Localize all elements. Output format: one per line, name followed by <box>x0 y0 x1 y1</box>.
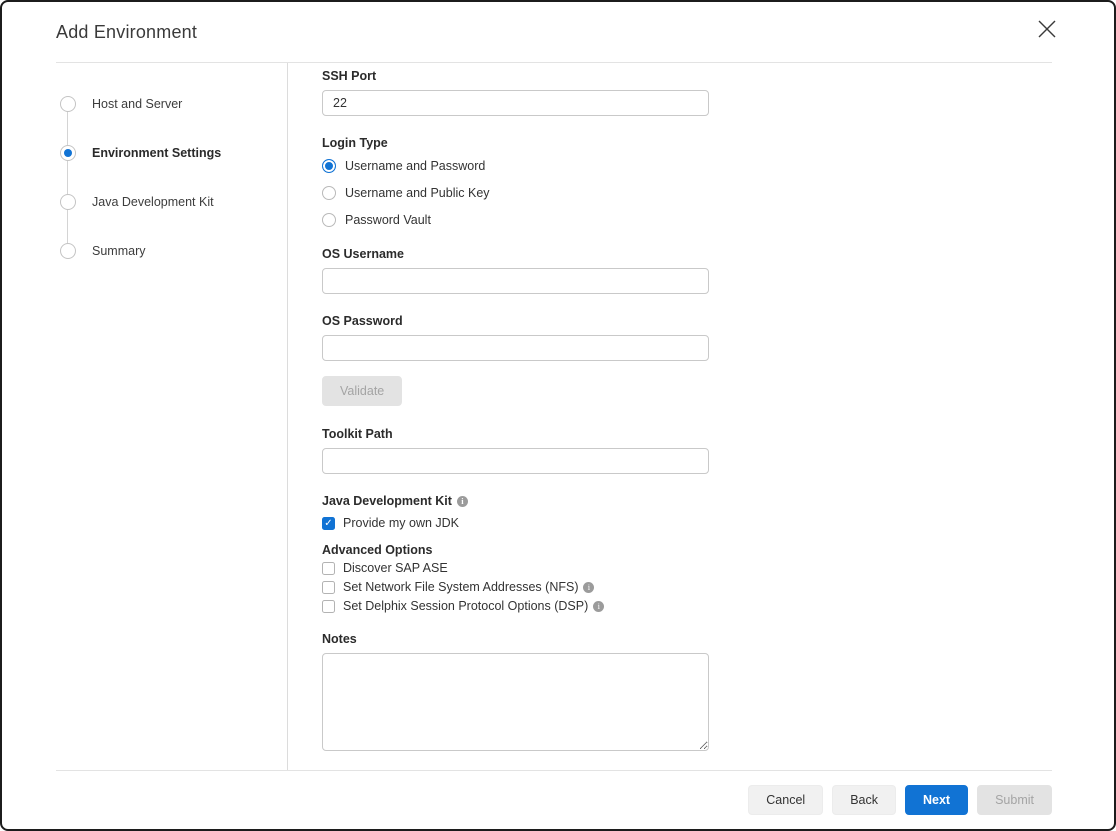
login-type-group: Login Type Username and Password Usernam… <box>322 136 1114 229</box>
close-button[interactable] <box>1032 15 1062 45</box>
info-icon[interactable]: i <box>593 601 604 612</box>
checkbox-label: Discover SAP ASE <box>343 561 448 575</box>
notes-group: Notes <box>322 632 1114 756</box>
notes-textarea[interactable] <box>322 653 709 751</box>
os-username-group: OS Username <box>322 247 1114 294</box>
page-title: Add Environment <box>56 22 197 43</box>
step-label: Host and Server <box>92 97 182 111</box>
step-connector-line <box>67 106 68 253</box>
os-password-input[interactable] <box>322 335 709 361</box>
step-circle-icon <box>60 194 76 210</box>
checkbox-set-dsp-options[interactable]: Set Delphix Session Protocol Options (DS… <box>322 598 1114 614</box>
step-circle-icon <box>60 243 76 259</box>
advanced-options-group: Advanced Options Discover SAP ASE Set Ne… <box>322 543 1114 614</box>
checkbox-set-nfs-addresses[interactable]: Set Network File System Addresses (NFS) … <box>322 579 1114 595</box>
login-type-label: Login Type <box>322 136 1114 150</box>
checkbox-label: Set Network File System Addresses (NFS) … <box>343 580 594 594</box>
toolkit-path-input[interactable] <box>322 448 709 474</box>
info-icon[interactable]: i <box>583 582 594 593</box>
os-password-label: OS Password <box>322 314 1114 328</box>
radio-username-and-public-key[interactable]: Username and Public Key <box>322 184 1114 202</box>
radio-icon <box>322 159 336 173</box>
toolkit-path-group: Toolkit Path <box>322 427 1114 474</box>
close-icon <box>1035 17 1059 44</box>
submit-button[interactable]: Submit <box>977 785 1052 815</box>
dialog-main: Host and Server Environment Settings Jav… <box>2 63 1114 770</box>
checkbox-label-text: Set Network File System Addresses (NFS) <box>343 580 578 594</box>
wizard-steps: Host and Server Environment Settings Jav… <box>60 96 287 259</box>
toolkit-path-label: Toolkit Path <box>322 427 1114 441</box>
jdk-label-text: Java Development Kit <box>322 494 452 508</box>
step-circle-icon <box>60 145 76 161</box>
ssh-port-label: SSH Port <box>322 69 1114 83</box>
checkbox-icon <box>322 562 335 575</box>
checkbox-icon <box>322 600 335 613</box>
dialog-footer: Cancel Back Next Submit <box>2 771 1114 829</box>
checkbox-label: Set Delphix Session Protocol Options (DS… <box>343 599 604 613</box>
step-label: Environment Settings <box>92 146 221 160</box>
wizard-sidebar: Host and Server Environment Settings Jav… <box>2 63 288 770</box>
radio-label: Password Vault <box>345 213 431 227</box>
checkbox-label-text: Set Delphix Session Protocol Options (DS… <box>343 599 588 613</box>
checkbox-discover-sap-ase[interactable]: Discover SAP ASE <box>322 560 1114 576</box>
radio-icon <box>322 213 336 227</box>
radio-icon <box>322 186 336 200</box>
checkbox-label: Provide my own JDK <box>343 516 459 530</box>
dialog-header: Add Environment <box>2 2 1114 62</box>
environment-settings-form: SSH Port Login Type Username and Passwor… <box>288 63 1114 770</box>
cancel-button[interactable]: Cancel <box>748 785 823 815</box>
os-username-input[interactable] <box>322 268 709 294</box>
step-environment-settings[interactable]: Environment Settings <box>60 145 287 161</box>
radio-username-and-password[interactable]: Username and Password <box>322 157 1114 175</box>
radio-password-vault[interactable]: Password Vault <box>322 211 1114 229</box>
step-summary[interactable]: Summary <box>60 243 287 259</box>
ssh-port-input[interactable] <box>322 90 709 116</box>
step-label: Java Development Kit <box>92 195 214 209</box>
jdk-label: Java Development Kit i <box>322 494 1114 508</box>
checkbox-icon <box>322 581 335 594</box>
back-button[interactable]: Back <box>832 785 896 815</box>
radio-label: Username and Password <box>345 159 485 173</box>
jdk-group: Java Development Kit i Provide my own JD… <box>322 494 1114 531</box>
ssh-port-group: SSH Port <box>322 69 1114 116</box>
step-java-development-kit[interactable]: Java Development Kit <box>60 194 287 210</box>
validate-button[interactable]: Validate <box>322 376 402 406</box>
advanced-options-label: Advanced Options <box>322 543 1114 557</box>
checkbox-provide-my-own-jdk[interactable]: Provide my own JDK <box>322 515 1114 531</box>
os-password-group: OS Password <box>322 314 1114 361</box>
next-button[interactable]: Next <box>905 785 968 815</box>
step-label: Summary <box>92 244 145 258</box>
add-environment-dialog: Add Environment Host and Server <box>0 0 1116 831</box>
info-icon[interactable]: i <box>457 496 468 507</box>
notes-label: Notes <box>322 632 1114 646</box>
step-host-and-server[interactable]: Host and Server <box>60 96 287 112</box>
step-circle-icon <box>60 96 76 112</box>
os-username-label: OS Username <box>322 247 1114 261</box>
checkbox-icon <box>322 517 335 530</box>
radio-label: Username and Public Key <box>345 186 490 200</box>
